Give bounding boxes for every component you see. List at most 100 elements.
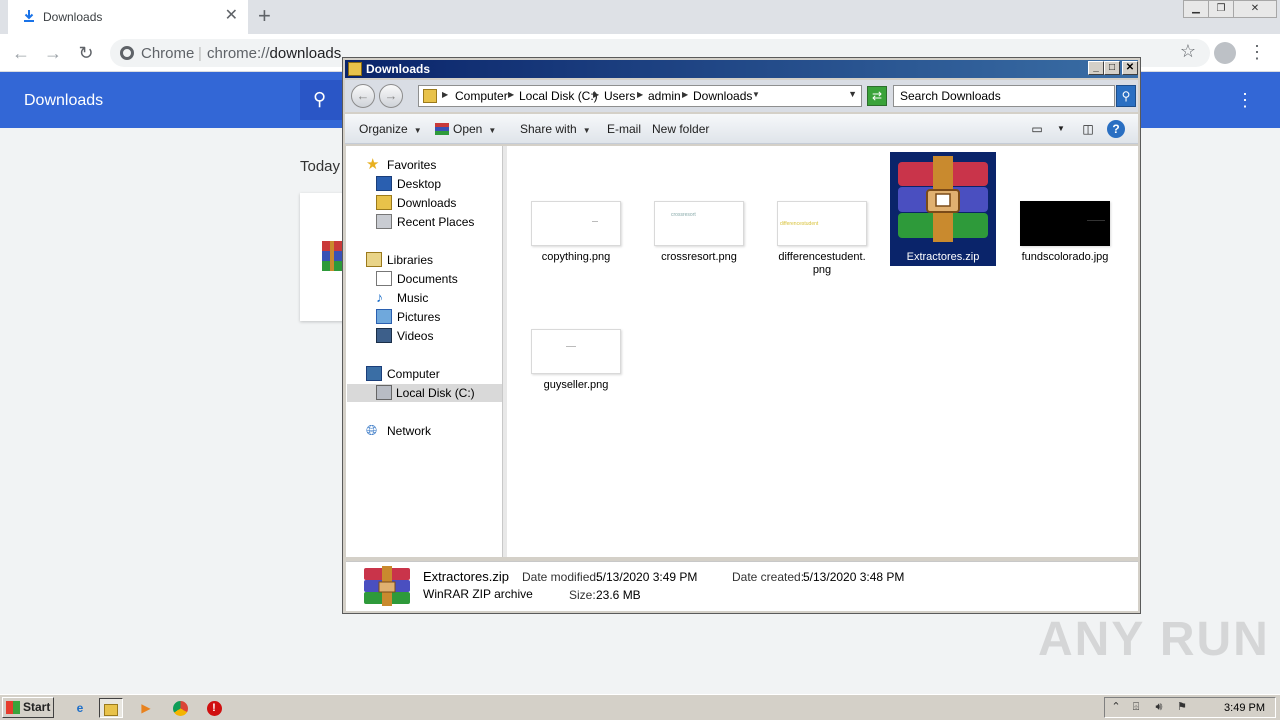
refresh-icon[interactable]: ⇄ (867, 86, 887, 106)
downloads-menu-icon[interactable]: ⋮ (1236, 90, 1254, 111)
network-tray-icon[interactable]: ⌹ (1129, 700, 1143, 714)
search-input[interactable]: Search Downloads (893, 85, 1115, 107)
winrar-icon (435, 123, 449, 135)
computer-icon (366, 366, 382, 381)
star-icon: ★ (366, 156, 380, 173)
stop-sign-icon[interactable]: ! (202, 698, 226, 718)
share-label: Share with (520, 122, 577, 136)
nav-item-recent-places[interactable]: Recent Places (376, 213, 496, 231)
nav-item-pictures[interactable]: Pictures (376, 308, 496, 326)
network-icon: 🌐︎ (366, 422, 378, 438)
breadcrumb-downloads[interactable]: Downloads (693, 89, 752, 103)
back-arrow-icon[interactable]: ← (10, 42, 32, 64)
taskbar-clock[interactable]: 3:49 PM (1224, 702, 1265, 714)
search-icon[interactable]: ⚲ (1116, 85, 1136, 107)
action-center-flag-icon[interactable]: ⚑ (1175, 700, 1189, 714)
nav-item-videos[interactable]: Videos (376, 327, 496, 345)
explorer-taskbar-icon[interactable] (99, 698, 123, 718)
forward-arrow-icon[interactable]: → (42, 42, 64, 64)
desktop-icon (376, 176, 392, 191)
omnibox-site-label: Chrome (141, 45, 195, 62)
breadcrumb-arrow-icon[interactable]: ▼ (752, 90, 760, 99)
details-pane: Extractores.zip WinRAR ZIP archive Date … (346, 561, 1138, 611)
nav-item-downloads[interactable]: Downloads (376, 194, 496, 212)
preview-pane-icon[interactable]: ◫ (1079, 120, 1097, 138)
forward-button[interactable]: → (379, 84, 403, 108)
start-button[interactable]: Start (2, 697, 54, 718)
file-item[interactable]: guyseller.png (523, 280, 629, 400)
nav-item-favorites[interactable]: ★ Favorites (366, 156, 496, 174)
documents-icon (376, 271, 392, 286)
watermark: ANY RUN (1038, 613, 1270, 666)
explorer-maximize-button[interactable]: □ (1104, 61, 1120, 75)
nav-label: Computer (387, 367, 440, 381)
breadcrumb-arrow-icon[interactable]: ▶ (637, 90, 643, 99)
explorer-close-button[interactable]: ✕ (1122, 61, 1138, 75)
back-button[interactable]: ← (351, 84, 375, 108)
recent-places-icon (376, 214, 392, 229)
explorer-titlebar[interactable]: Downloads _ □ ✕ (345, 60, 1138, 78)
nav-label: Recent Places (397, 215, 475, 229)
share-with-button[interactable]: Share with ▼ (520, 122, 591, 136)
downloads-search-button[interactable]: ⚲ (300, 80, 344, 120)
organize-button[interactable]: Organize ▼ (359, 122, 422, 136)
volume-icon[interactable]: 🔊︎ (1152, 700, 1166, 714)
internet-explorer-icon[interactable]: e (68, 698, 92, 718)
thumbnail-mark (1087, 220, 1105, 221)
search-icon: ⚲ (313, 89, 327, 109)
image-thumbnail (531, 201, 621, 246)
nav-item-documents[interactable]: Documents (376, 270, 496, 288)
breadcrumb-arrow-icon[interactable]: ▶ (508, 90, 514, 99)
email-button[interactable]: E-mail (607, 122, 641, 136)
minimize-button[interactable]: ▁ (1183, 0, 1209, 18)
nav-item-desktop[interactable]: Desktop (376, 175, 496, 193)
breadcrumb-arrow-icon[interactable]: ▶ (682, 90, 688, 99)
file-item[interactable]: crossresort crossresort.png (646, 152, 752, 272)
close-window-button[interactable]: ✕ (1233, 0, 1277, 18)
restore-button[interactable]: ❐ (1208, 0, 1234, 18)
chrome-taskbar-icon[interactable] (168, 698, 192, 718)
file-item[interactable]: fundscolorado.jpg (1012, 152, 1118, 272)
omnibox-url: chrome://downloads (207, 45, 341, 62)
open-button[interactable]: Open ▼ (435, 122, 496, 136)
breadcrumb-arrow-icon[interactable]: ▶ (593, 90, 599, 99)
chrome-menu-icon[interactable]: ⋮ (1248, 42, 1266, 62)
file-name: fundscolorado.jpg (1021, 251, 1109, 263)
file-item-selected[interactable]: Extractores.zip (890, 152, 996, 266)
media-player-icon[interactable]: ▶ (134, 698, 158, 718)
nav-item-network[interactable]: 🌐︎ Network (366, 422, 496, 440)
bookmark-star-icon[interactable]: ☆ (1180, 41, 1196, 62)
profile-avatar[interactable] (1214, 42, 1236, 64)
organize-label: Organize (359, 122, 408, 136)
help-icon[interactable]: ? (1107, 120, 1125, 138)
new-folder-button[interactable]: New folder (652, 122, 709, 136)
nav-item-libraries[interactable]: Libraries (366, 251, 496, 269)
file-item[interactable]: copything.png (523, 152, 629, 272)
breadcrumb-local-disk[interactable]: Local Disk (C:) (519, 89, 598, 103)
reload-icon[interactable]: ↻ (75, 42, 97, 64)
file-item[interactable]: differencestudent differencestudent. png (769, 152, 875, 282)
breadcrumb-arrow-icon[interactable]: ▶ (442, 90, 448, 99)
breadcrumb-admin[interactable]: admin (648, 89, 681, 103)
nav-item-local-disk[interactable]: Local Disk (C:) (347, 384, 502, 402)
folder-icon (104, 703, 118, 716)
file-name: differencestudent. png (778, 251, 866, 276)
nav-item-music[interactable]: ♪ Music (376, 289, 496, 307)
show-hidden-icons-icon[interactable]: ⌃ (1109, 700, 1123, 714)
view-options-dropdown-icon[interactable]: ▼ (1052, 120, 1070, 138)
nav-label: Local Disk (C:) (396, 386, 475, 400)
breadcrumb-users[interactable]: Users (604, 89, 635, 103)
close-tab-icon[interactable]: ✕ (225, 8, 238, 24)
new-tab-button[interactable]: + (258, 4, 271, 28)
videos-icon (376, 328, 392, 343)
change-view-icon[interactable]: ▭ (1028, 120, 1046, 138)
omnibox-scheme: chrome:// (207, 45, 270, 62)
file-name: Extractores.zip (906, 251, 980, 263)
chevron-down-icon: ▼ (413, 126, 422, 135)
tab-downloads[interactable]: Downloads ✕ (8, 0, 248, 34)
nav-item-computer[interactable]: Computer (366, 365, 496, 383)
breadcrumb-computer[interactable]: Computer (455, 89, 508, 103)
address-bar[interactable]: ▶ Computer ▶ Local Disk (C:) ▶ Users ▶ a… (418, 85, 862, 107)
address-history-dropdown-icon[interactable]: ▼ (848, 89, 857, 99)
explorer-minimize-button[interactable]: _ (1088, 61, 1104, 75)
